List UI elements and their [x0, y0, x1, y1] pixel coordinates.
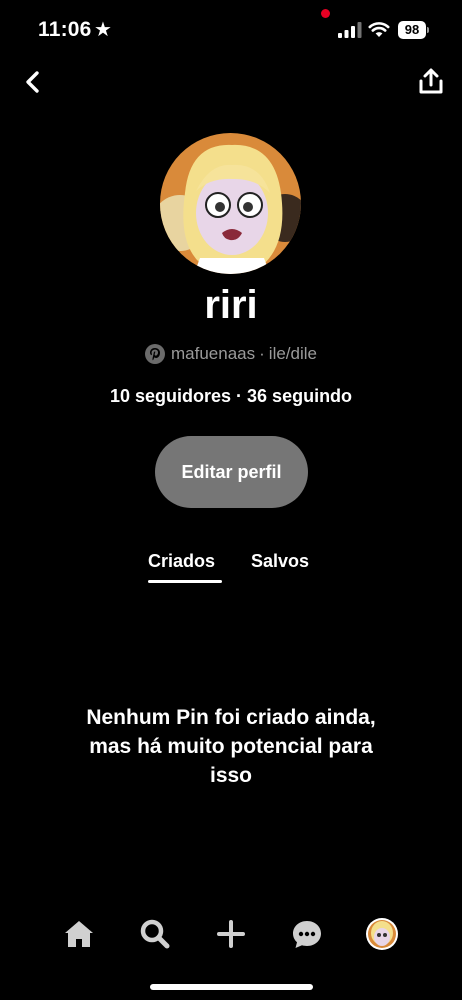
profile-avatar-icon	[366, 918, 398, 950]
status-time: 11:06	[38, 18, 92, 41]
share-icon	[419, 68, 443, 94]
nav-profile[interactable]	[362, 912, 402, 956]
star-icon: ★	[94, 19, 112, 41]
tab-created[interactable]: Criados	[148, 551, 215, 572]
plus-icon	[217, 920, 245, 948]
avatar-illustration	[160, 133, 301, 274]
followers-count[interactable]: 10 seguidores	[110, 386, 231, 406]
stats-separator: ·	[236, 386, 243, 406]
empty-state-message: Nenhum Pin foi criado ainda, mas há muit…	[86, 706, 376, 787]
active-tab-indicator	[148, 580, 222, 583]
chevron-left-icon	[26, 71, 39, 93]
wifi-icon	[368, 22, 390, 37]
status-bar: 11:06 ★ 98	[0, 0, 462, 60]
home-icon	[65, 921, 93, 947]
bottom-nav	[0, 912, 462, 956]
share-button[interactable]	[416, 66, 446, 98]
chat-icon	[293, 921, 321, 948]
tab-saved[interactable]: Salvos	[251, 551, 309, 572]
nav-search[interactable]	[135, 912, 175, 956]
handle-separator: ·	[259, 344, 265, 363]
pinterest-logo-icon	[145, 344, 165, 364]
messages-notification-dot	[321, 9, 330, 18]
profile-pronouns: ile/dile	[268, 344, 317, 363]
profile-stats: 10 seguidores · 36 seguindo	[0, 386, 462, 407]
back-button[interactable]	[20, 66, 48, 98]
following-count[interactable]: 36 seguindo	[247, 386, 352, 406]
edit-profile-button[interactable]: Editar perfil	[155, 436, 308, 508]
profile-avatar[interactable]	[160, 133, 301, 274]
profile-handle-row: mafuenaas · ile/dile	[0, 344, 462, 364]
nav-messages[interactable]	[287, 912, 327, 956]
search-icon	[140, 919, 170, 949]
profile-name: riri	[204, 283, 258, 327]
profile-tabs: Criados Salvos	[0, 551, 462, 591]
profile-username: mafuenaas	[171, 344, 256, 363]
battery-level: 98	[398, 21, 426, 39]
battery-icon: 98	[398, 21, 430, 39]
home-indicator	[150, 984, 313, 990]
signal-icon	[338, 22, 362, 38]
nav-home[interactable]	[59, 912, 99, 956]
nav-create[interactable]	[211, 912, 251, 956]
